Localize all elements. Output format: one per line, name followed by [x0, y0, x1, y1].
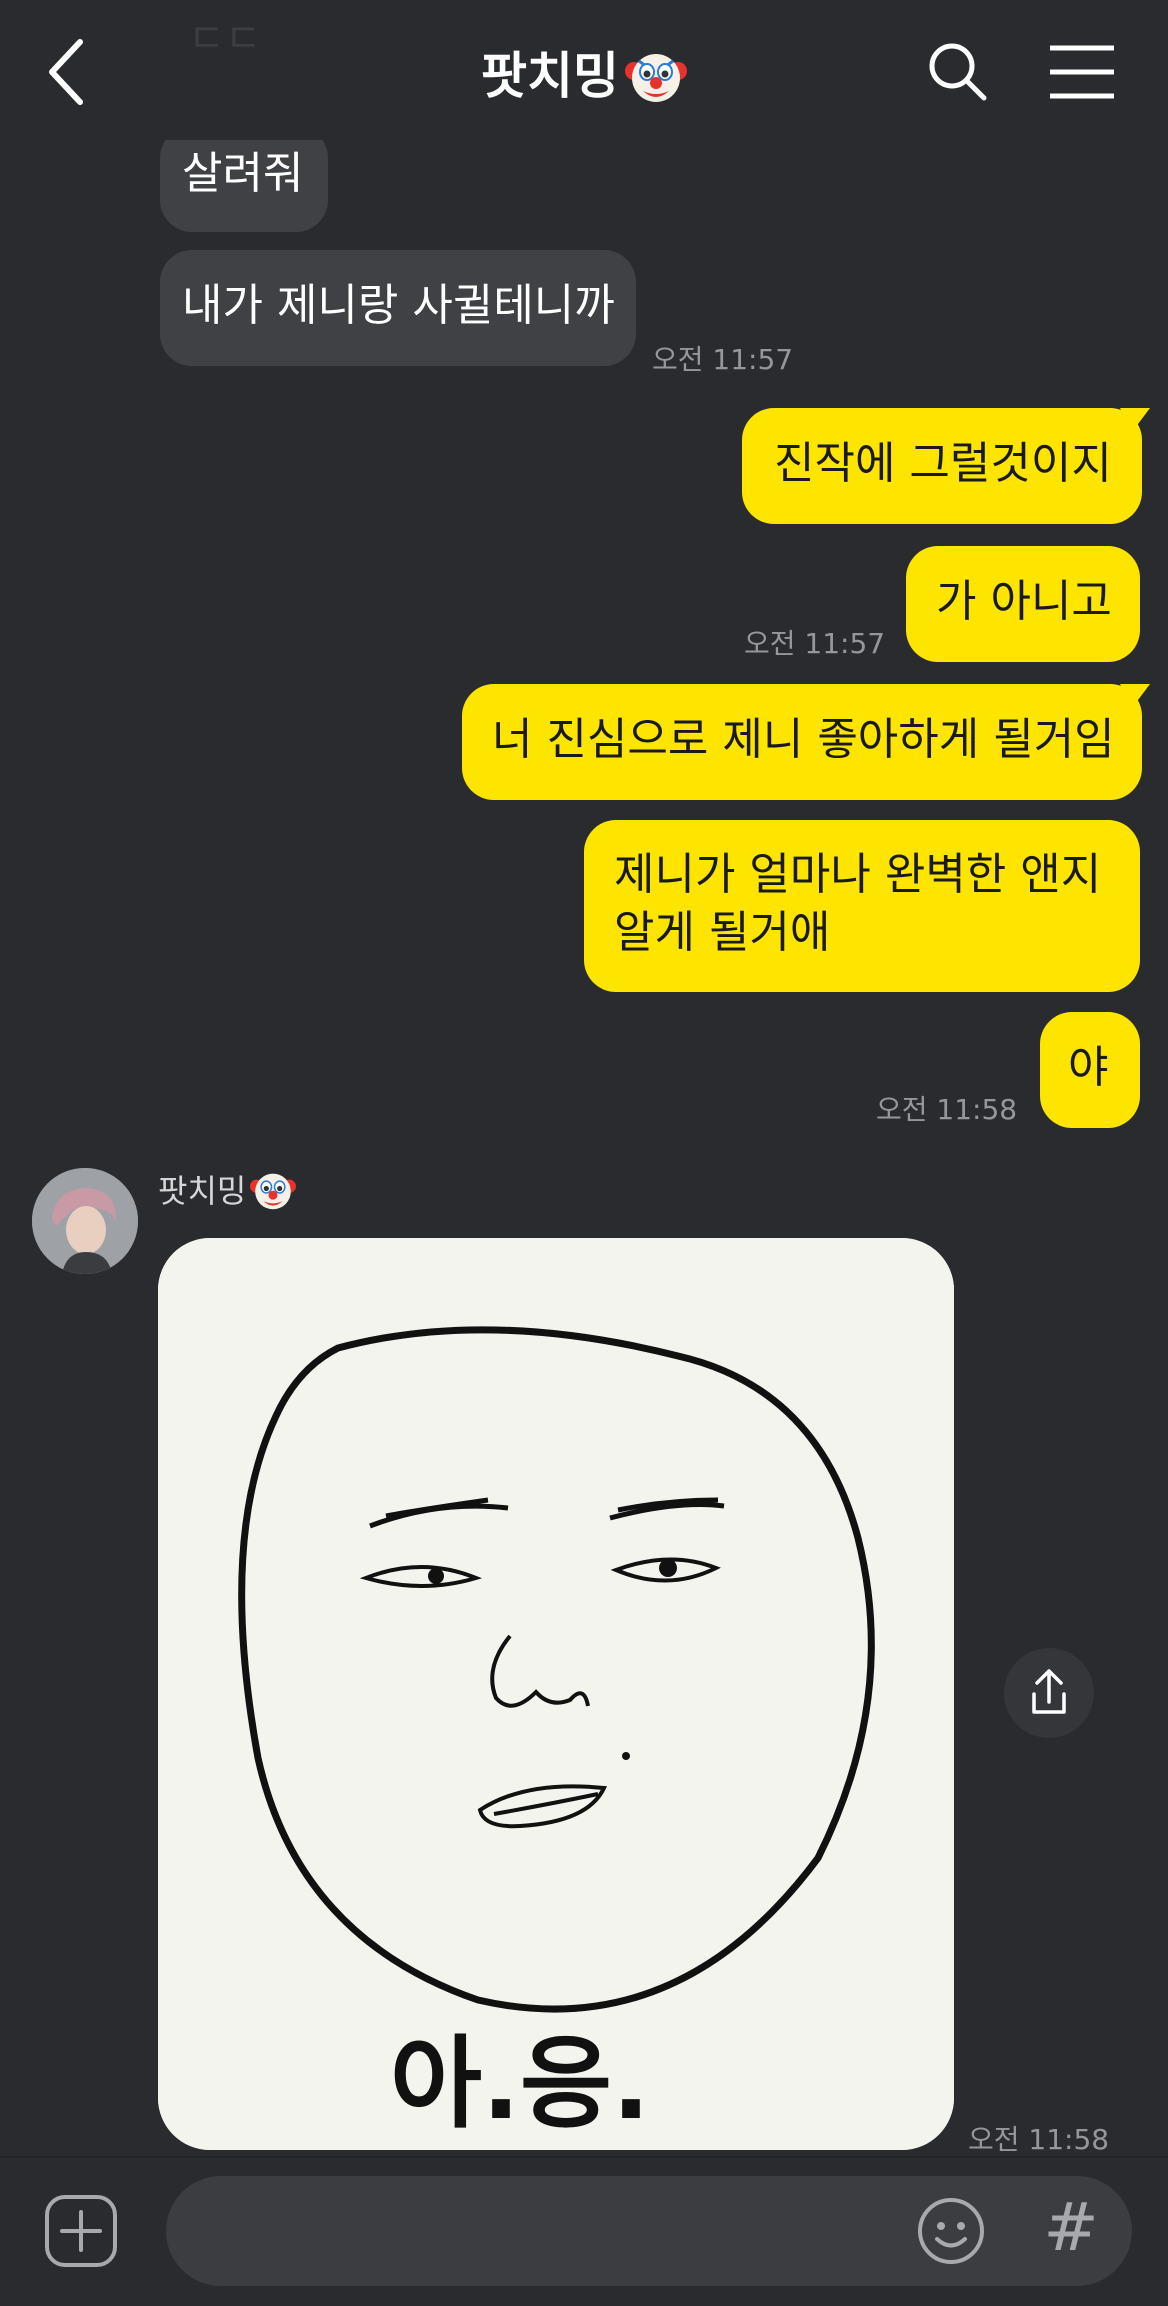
image-message[interactable]: 아.응. — [158, 1238, 954, 2150]
message-bubble-outgoing[interactable]: 너 진심으로 제니 좋아하게 될거임 — [462, 684, 1142, 800]
avatar-photo — [32, 1168, 138, 1274]
menu-button[interactable] — [1048, 44, 1116, 100]
message-bubble-outgoing[interactable]: 야 — [1040, 1012, 1140, 1128]
message-timestamp: 오전 11:57 — [652, 343, 794, 376]
clown-face-emoji — [625, 53, 687, 102]
menu-icon — [1050, 45, 1114, 99]
message-bubble-incoming[interactable]: 살려줘 — [160, 126, 328, 232]
emoji-button[interactable] — [916, 2196, 986, 2266]
sender-name-text: 팟치밍 — [158, 1172, 247, 1210]
chat-title-text: 팟치밍 — [481, 47, 619, 105]
message-text: 너 진심으로 제니 좋아하게 될거임 — [492, 714, 1115, 765]
sender-avatar[interactable] — [32, 1168, 138, 1274]
message-text: 야 — [1068, 1042, 1109, 1093]
emoji-icon — [918, 2198, 984, 2264]
search-button[interactable] — [924, 38, 990, 104]
sender-name: 팟치밍 — [158, 1166, 297, 1213]
meme-caption: 아.응. — [390, 2025, 650, 2142]
hash-icon[interactable]: # — [1040, 2188, 1102, 2268]
message-bubble-outgoing[interactable]: 진작에 그럴것이지 — [742, 408, 1142, 524]
share-button[interactable] — [1004, 1648, 1094, 1738]
message-text: 가 아니고 — [936, 576, 1112, 627]
message-text: 살려줘 — [182, 148, 304, 199]
chat-header: ㄷㄷ 팟치밍 — [0, 0, 1168, 140]
message-timestamp: 오전 11:57 — [744, 627, 886, 660]
message-text: 진작에 그럴것이지 — [774, 438, 1112, 489]
message-text-line: 제니가 얼마나 완벽한 앤지 — [614, 849, 1102, 900]
attach-button[interactable] — [44, 2194, 118, 2268]
message-input[interactable] — [166, 2176, 1132, 2286]
chat-title: 팟치밍 — [0, 36, 1168, 108]
meme-face-drawing: 아.응. — [158, 1238, 954, 2150]
search-icon — [929, 43, 987, 101]
share-icon — [1032, 1669, 1066, 1714]
message-text: 내가 제니랑 사귈테니까 — [182, 280, 615, 331]
message-timestamp: 오전 11:58 — [876, 1093, 1018, 1126]
clown-face-emoji — [250, 1173, 297, 1210]
message-text-line: 알게 될거애 — [614, 907, 831, 958]
message-input-bar: # — [0, 2156, 1168, 2306]
plus-icon — [45, 2195, 117, 2267]
message-bubble-outgoing[interactable]: 제니가 얼마나 완벽한 앤지 알게 될거애 — [584, 820, 1140, 992]
message-timestamp: 오전 11:58 — [968, 2123, 1110, 2156]
message-bubble-incoming[interactable]: 내가 제니랑 사귈테니까 — [160, 250, 636, 366]
message-bubble-outgoing[interactable]: 가 아니고 — [906, 546, 1140, 662]
